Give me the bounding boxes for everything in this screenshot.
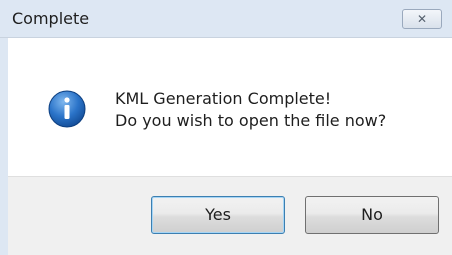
message-text: KML Generation Complete! Do you wish to … <box>115 88 386 132</box>
info-icon <box>48 90 86 128</box>
window-title: Complete <box>12 9 90 28</box>
close-button[interactable]: ✕ <box>402 9 442 29</box>
message-line-2: Do you wish to open the file now? <box>115 111 387 130</box>
window-left-border <box>0 38 8 255</box>
title-bar[interactable]: Complete ✕ <box>0 0 452 38</box>
message-area: KML Generation Complete! Do you wish to … <box>8 38 452 176</box>
close-icon: ✕ <box>416 12 428 26</box>
yes-button[interactable]: Yes <box>151 196 285 234</box>
message-dialog: Complete ✕ KML Generation Complete! Do y… <box>0 0 452 255</box>
message-line-1: KML Generation Complete! <box>115 89 332 108</box>
button-bar: Yes No <box>8 176 452 255</box>
no-button[interactable]: No <box>305 196 439 234</box>
